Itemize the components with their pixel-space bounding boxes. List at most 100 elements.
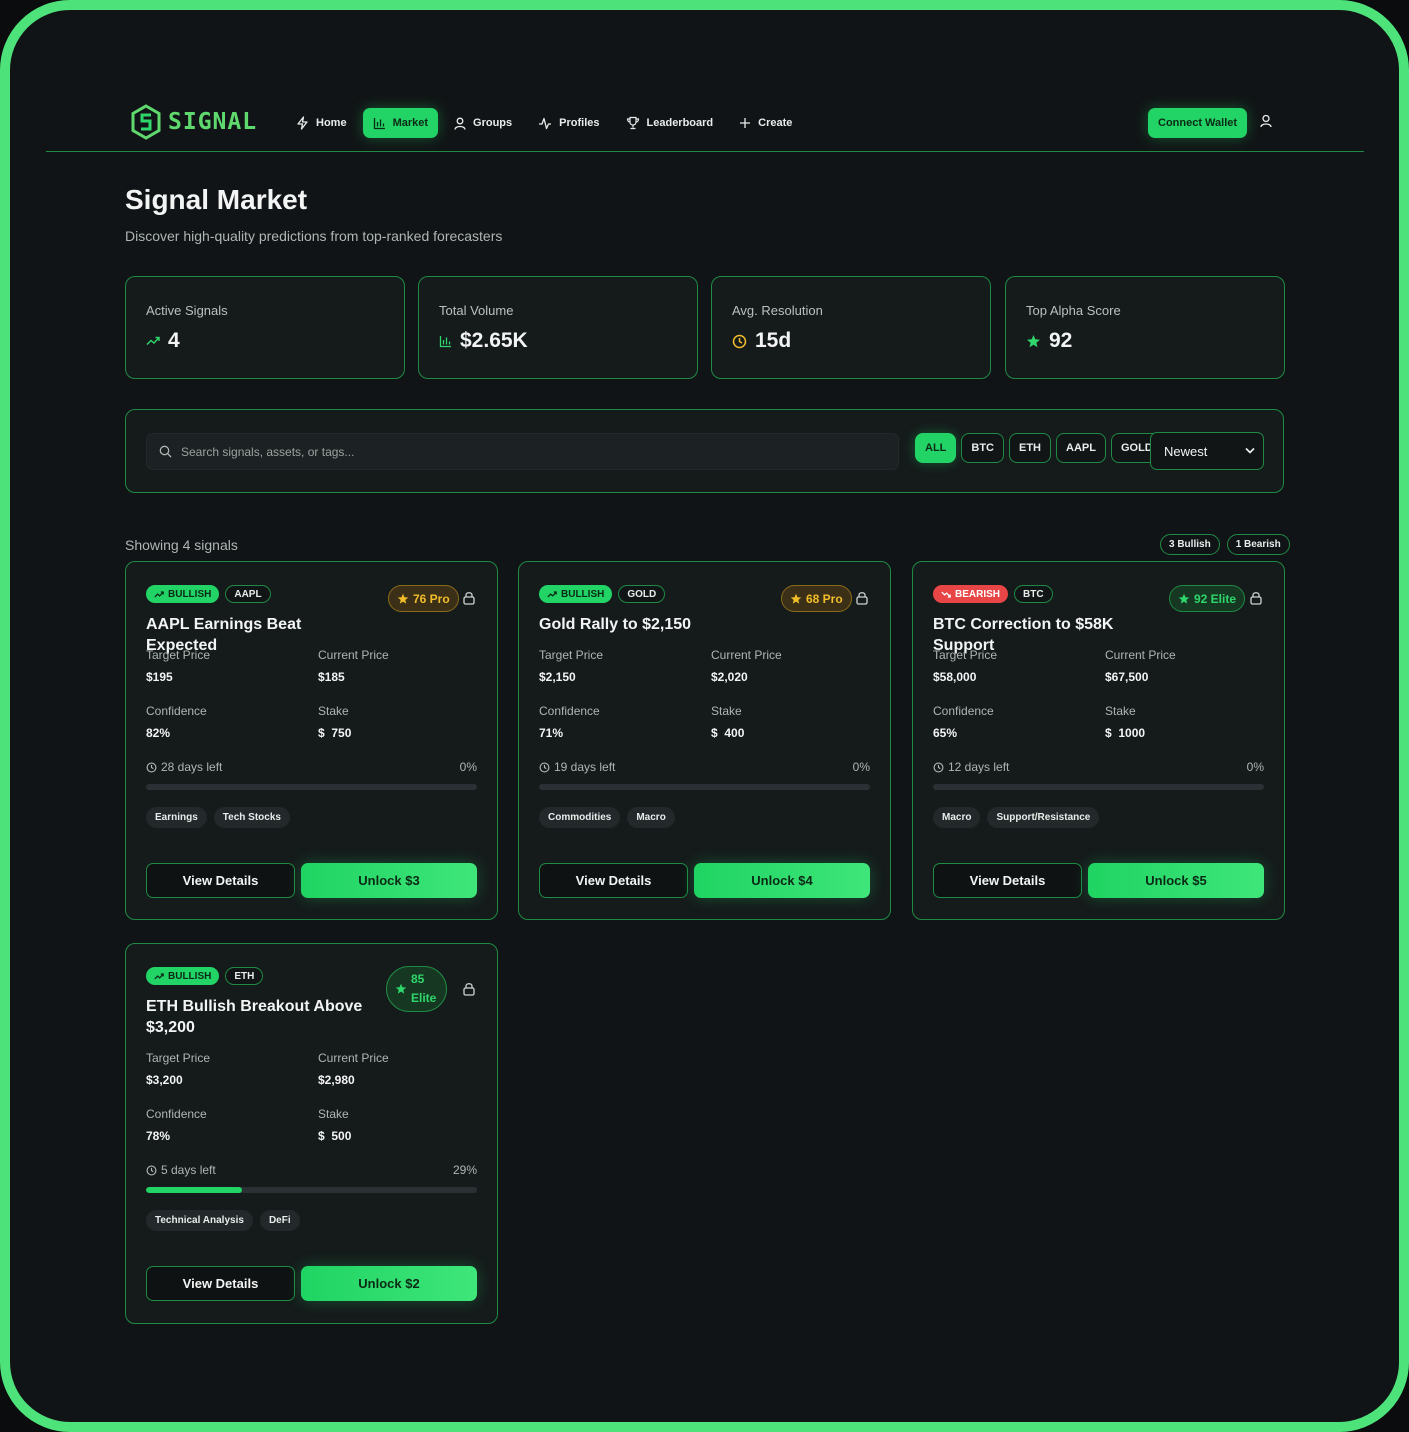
unlock-button[interactable]: Unlock $2 bbox=[301, 1266, 477, 1301]
stake-label: Stake bbox=[1105, 704, 1136, 718]
filter-chip-all[interactable]: ALL bbox=[915, 433, 957, 463]
tag[interactable]: Support/Resistance bbox=[987, 807, 1100, 828]
stake-value: $ 1000 bbox=[1105, 726, 1145, 740]
chevron-down-icon bbox=[1245, 447, 1255, 454]
stat-label: Avg. Resolution bbox=[732, 303, 823, 318]
stat-value: 15d bbox=[755, 329, 792, 352]
view-details-button[interactable]: View Details bbox=[146, 1266, 295, 1301]
filter-chip-aapl[interactable]: AAPL bbox=[1056, 433, 1106, 463]
signal-logo-icon bbox=[131, 104, 161, 140]
direction-badge: BULLISH bbox=[146, 967, 220, 985]
asset-badge: GOLD bbox=[618, 585, 666, 603]
search-box[interactable] bbox=[146, 433, 899, 470]
direction-label: BULLISH bbox=[168, 588, 212, 600]
target-price-value: $58,000 bbox=[933, 670, 977, 684]
bar-chart-icon bbox=[439, 335, 451, 347]
stat-value: $2.65K bbox=[460, 329, 528, 352]
time-remaining: 19 days left bbox=[539, 760, 615, 774]
sort-value: Newest bbox=[1164, 443, 1208, 459]
alpha-score-number: 85 bbox=[411, 972, 425, 986]
progress-percent: 0% bbox=[1246, 760, 1264, 774]
nav-market-label: Market bbox=[392, 117, 429, 129]
view-details-button[interactable]: View Details bbox=[146, 863, 295, 898]
nav-market[interactable]: Market bbox=[362, 108, 439, 138]
filter-chip-eth[interactable]: ETH bbox=[1009, 433, 1051, 463]
days-left-label: 19 days left bbox=[554, 760, 616, 774]
tag[interactable]: Macro bbox=[933, 807, 981, 828]
tag[interactable]: Technical Analysis bbox=[146, 1210, 253, 1231]
confidence-label: Confidence bbox=[933, 704, 994, 718]
app-window: SIGNAL Home Market Groups Profiles Leade… bbox=[0, 0, 1409, 1432]
bearish-count-badge: 1 Bearish bbox=[1226, 534, 1290, 555]
current-price-label: Current Price bbox=[318, 1051, 389, 1065]
dollar-icon: $ bbox=[318, 1129, 329, 1143]
filter-chip-btc[interactable]: BTC bbox=[961, 433, 1004, 463]
confidence-value: 78% bbox=[146, 1129, 171, 1143]
progress-fill bbox=[146, 1187, 242, 1193]
progress-bar bbox=[146, 784, 477, 790]
current-price-value: $67,500 bbox=[1105, 670, 1149, 684]
results-count: Showing 4 signals bbox=[125, 537, 238, 553]
unlock-button[interactable]: Unlock $5 bbox=[1088, 863, 1264, 898]
progress-bar bbox=[539, 784, 870, 790]
direction-label: BULLISH bbox=[561, 588, 605, 600]
account-button[interactable] bbox=[1260, 114, 1272, 133]
nav-home[interactable]: Home bbox=[286, 108, 357, 138]
nav-groups[interactable]: Groups bbox=[444, 108, 522, 138]
logo[interactable]: SIGNAL bbox=[130, 104, 257, 140]
unlock-button[interactable]: Unlock $4 bbox=[694, 863, 870, 898]
direction-badge: BULLISH bbox=[539, 585, 613, 603]
tag[interactable]: Macro bbox=[627, 807, 675, 828]
asset-badge: ETH bbox=[225, 967, 264, 985]
plus-icon bbox=[740, 118, 751, 128]
confidence-value: 82% bbox=[146, 726, 171, 740]
days-left-label: 12 days left bbox=[948, 760, 1010, 774]
search-input[interactable] bbox=[181, 434, 881, 469]
alpha-score-badge: 85 Elite bbox=[386, 966, 448, 1012]
confidence-value: 71% bbox=[539, 726, 564, 740]
tag[interactable]: Tech Stocks bbox=[213, 807, 290, 828]
target-price-label: Target Price bbox=[146, 1051, 211, 1065]
lock-icon bbox=[463, 592, 475, 605]
clock-icon bbox=[732, 334, 747, 348]
alpha-score-badge: 76 Pro bbox=[388, 585, 459, 612]
connect-wallet-button[interactable]: Connect Wallet bbox=[1148, 108, 1248, 138]
clock-icon bbox=[933, 762, 944, 772]
target-price-label: Target Price bbox=[539, 648, 604, 662]
logo-text: SIGNAL bbox=[168, 109, 258, 135]
time-remaining: 5 days left bbox=[146, 1163, 216, 1177]
progress-percent: 0% bbox=[852, 760, 870, 774]
stake-value: $ 750 bbox=[318, 726, 351, 740]
nav-create[interactable]: Create bbox=[729, 108, 802, 138]
star-icon bbox=[1178, 593, 1190, 604]
alpha-score-label: 68 Pro bbox=[806, 591, 843, 606]
nav-home-label: Home bbox=[316, 117, 347, 129]
direction-badge: BULLISH bbox=[146, 585, 220, 603]
tag[interactable]: Commodities bbox=[539, 807, 621, 828]
nav-leaderboard[interactable]: Leaderboard bbox=[616, 108, 724, 138]
sort-select[interactable]: Newest bbox=[1150, 432, 1264, 470]
star-icon bbox=[397, 593, 409, 604]
nav-profiles[interactable]: Profiles bbox=[528, 108, 609, 138]
view-details-button[interactable]: View Details bbox=[933, 863, 1082, 898]
view-details-button[interactable]: View Details bbox=[539, 863, 688, 898]
dollar-icon: $ bbox=[318, 726, 329, 740]
tag[interactable]: DeFi bbox=[259, 1210, 300, 1231]
time-remaining: 28 days left bbox=[146, 760, 222, 774]
trophy-icon bbox=[626, 116, 639, 130]
user-icon bbox=[454, 117, 466, 130]
clock-icon bbox=[146, 1165, 157, 1175]
star-icon bbox=[1027, 334, 1040, 347]
unlock-button[interactable]: Unlock $3 bbox=[301, 863, 477, 898]
lock-icon bbox=[1250, 592, 1262, 605]
nav-groups-label: Groups bbox=[473, 117, 513, 129]
tag[interactable]: Earnings bbox=[146, 807, 207, 828]
user-icon bbox=[1260, 114, 1272, 128]
nav-profiles-label: Profiles bbox=[559, 117, 600, 129]
direction-label: BULLISH bbox=[168, 970, 212, 982]
days-left-label: 28 days left bbox=[161, 760, 223, 774]
progress-percent: 29% bbox=[452, 1163, 477, 1177]
star-icon bbox=[395, 983, 407, 994]
stat-label: Total Volume bbox=[439, 303, 514, 318]
days-left-label: 5 days left bbox=[161, 1163, 216, 1177]
